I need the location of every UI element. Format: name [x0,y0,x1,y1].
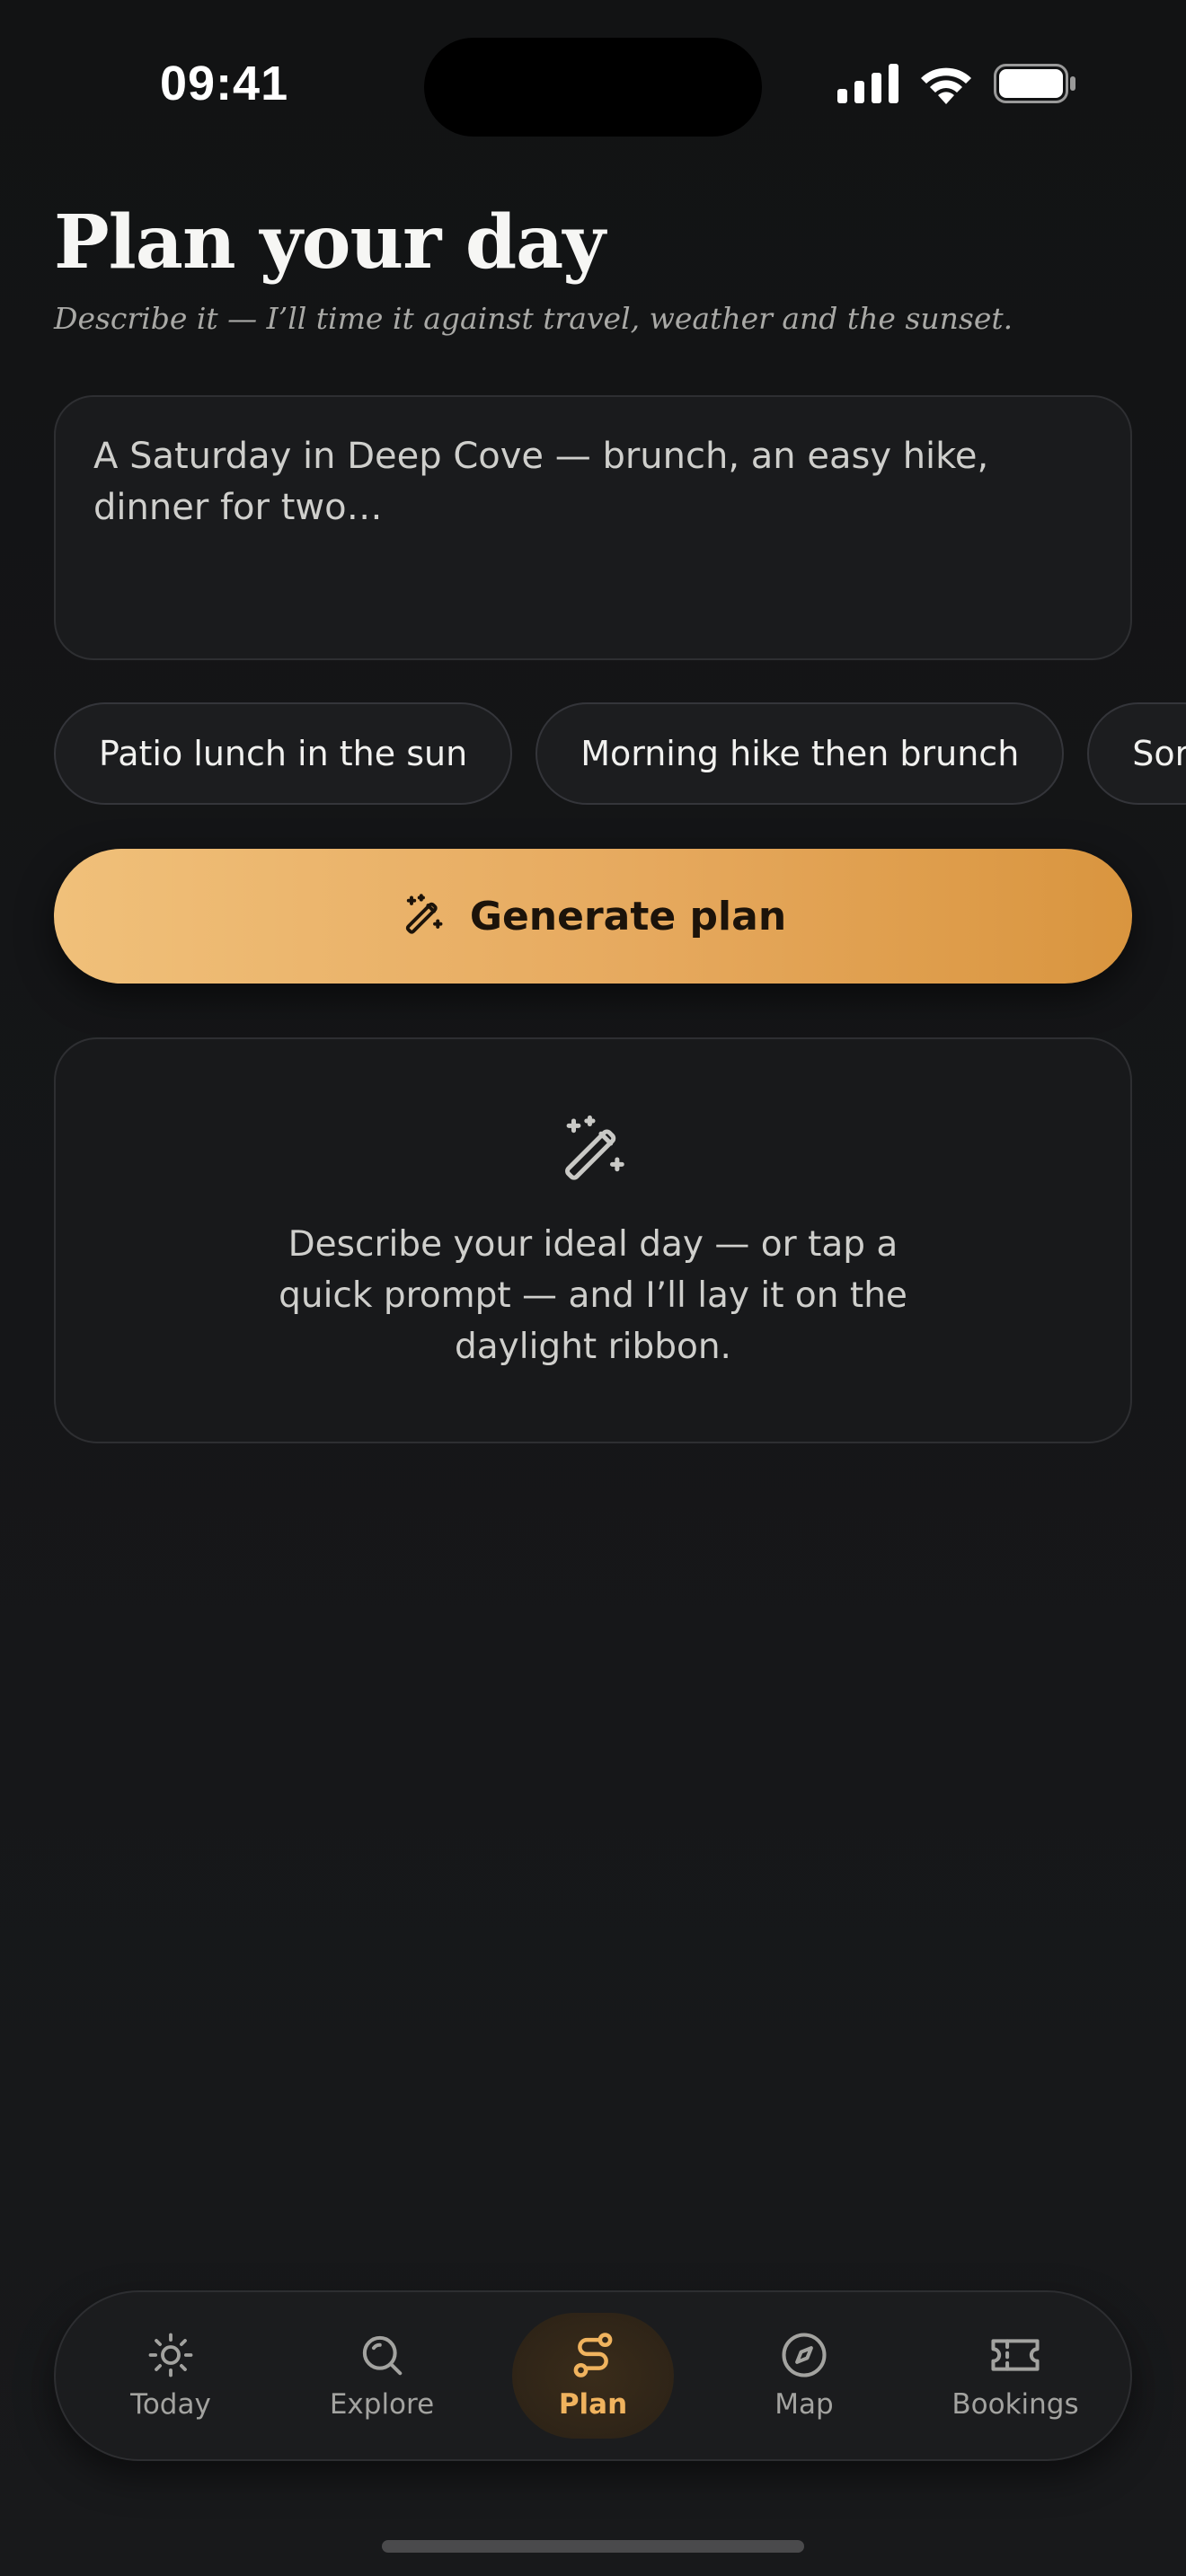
home-indicator[interactable] [382,2540,804,2553]
magic-wand-icon [565,1115,624,1180]
tab-explore[interactable]: Explore [301,2313,463,2439]
search-icon [362,2335,403,2376]
status-time: 09:41 [160,57,289,110]
tab-label: Map [774,2388,834,2421]
quick-prompt-chip[interactable]: Sor [1087,702,1186,805]
empty-state-card: Describe your ideal day — or tap a quick… [54,1037,1132,1443]
generate-plan-label: Generate plan [469,893,787,940]
dynamic-island [424,38,762,137]
quick-prompt-chip[interactable]: Morning hike then brunch [535,702,1065,805]
page-title: Plan your day [54,199,606,286]
tab-map[interactable]: Map [723,2313,885,2439]
magic-wand-icon [405,894,443,934]
tab-bar: Today Explore Plan Map Bookings [54,2290,1132,2461]
battery-icon [994,64,1075,103]
quick-prompts: Patio lunch in the sun Morning hike then… [54,702,1186,807]
ticket-icon [991,2339,1040,2371]
tab-label: Today [130,2388,211,2421]
page-subtitle: Describe it — I’ll time it against trave… [54,301,1013,336]
tab-label: Explore [329,2388,435,2421]
route-icon [573,2333,613,2378]
tab-bookings[interactable]: Bookings [934,2313,1096,2439]
day-description-input[interactable] [93,431,1093,624]
tab-plan[interactable]: Plan [512,2313,674,2439]
tab-today[interactable]: Today [90,2313,252,2439]
tab-label: Plan [558,2388,628,2421]
generate-plan-button[interactable]: Generate plan [54,849,1132,984]
quick-prompt-chip[interactable]: Patio lunch in the sun [54,702,513,805]
empty-state-message: Describe your ideal day — or tap a quick… [279,1224,907,1367]
tab-label: Bookings [951,2388,1079,2421]
status-icons [837,63,1076,104]
compass-icon [782,2333,827,2378]
empty-state-icon [554,1113,632,1194]
signal-icon [837,64,898,103]
wifi-icon [921,67,971,104]
day-description-box[interactable] [54,395,1132,660]
sun-icon [148,2333,193,2378]
status-bar: 09:41 [0,0,1186,171]
